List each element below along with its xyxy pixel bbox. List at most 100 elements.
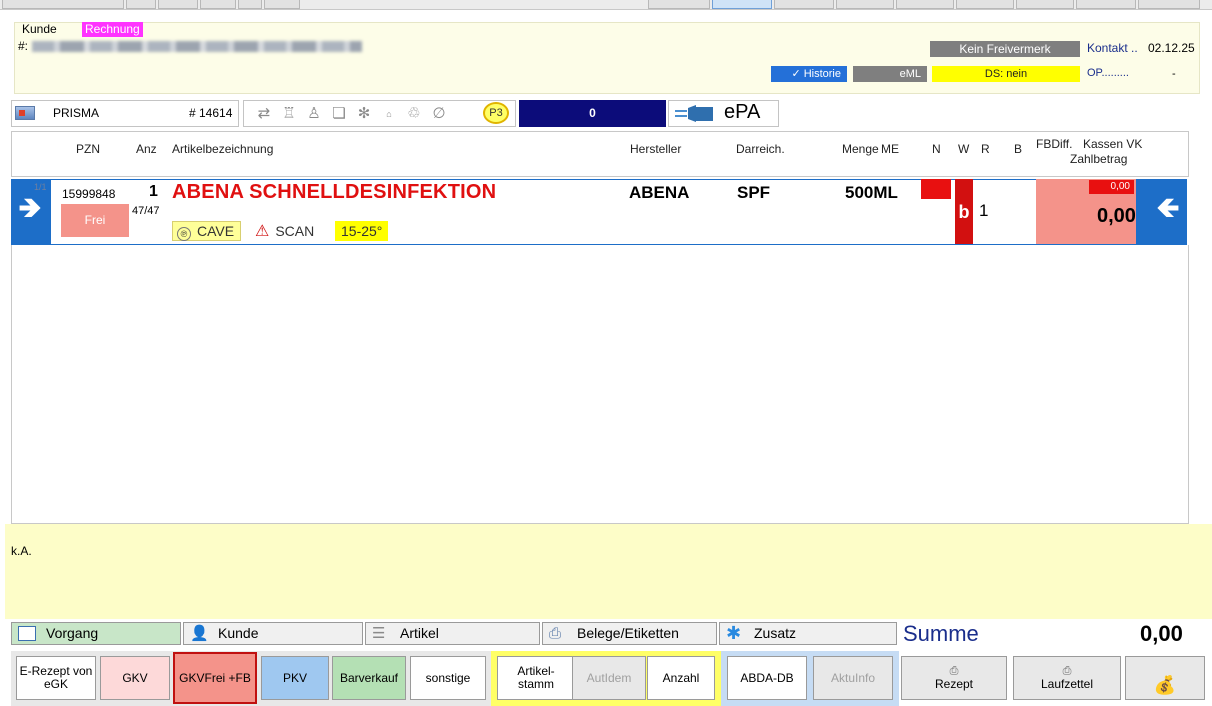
tab-belege-etiketten[interactable]: ⎙ Belege/Etiketten [542,622,717,645]
artikelstamm-button[interactable]: Artikel- stamm [497,656,575,700]
top-tab[interactable] [1016,0,1074,9]
col-pzn[interactable]: PZN [76,142,100,156]
top-tab[interactable] [158,0,198,9]
printer-icon: ⎙ [549,625,562,642]
article-quantity[interactable]: 1 [149,183,158,201]
arrow-left-icon[interactable]: 🡸 [1148,190,1188,226]
stamp-icon[interactable]: ♙ [304,105,324,123]
temperature-badge[interactable]: 15-25° [335,221,389,241]
refresh-icon[interactable]: ♲ [404,105,424,123]
cash-register-icon: 💰 [1153,674,1177,695]
col-r[interactable]: R [981,142,990,156]
gkv-button[interactable]: GKV [100,656,170,700]
p3-icon[interactable]: P3 [483,102,509,124]
col-anz[interactable]: Anz [136,142,157,156]
rezept-label: Rezept [934,677,974,691]
arrow-right-icon[interactable]: 🡺 [12,190,48,226]
scan-badge[interactable]: ⚠ SCAN [251,221,318,241]
col-hersteller[interactable]: Hersteller [630,142,681,156]
cave-label: CAVE [197,223,235,239]
sparkle-icon[interactable]: ✻ [354,105,374,123]
tab-zusatz[interactable]: ✱ Zusatz [719,622,897,645]
freivermerk-status[interactable]: Kein Freivermerk [930,41,1080,57]
cave-badge[interactable]: ℗ CAVE [172,221,242,241]
top-tab[interactable] [648,0,710,9]
col-n[interactable]: N [932,142,941,156]
top-tab[interactable] [126,0,156,9]
col-artikelbezeichnung[interactable]: Artikelbezeichnung [172,142,273,156]
weight-kg-icon[interactable]: ⌂ [379,105,399,123]
menge-value: 500 [845,183,874,202]
article-list-empty-area[interactable] [11,245,1189,524]
document-list-icon: ☰ [372,625,386,642]
info-panel [5,524,1212,619]
top-tab[interactable] [200,0,236,9]
kontakt-link[interactable]: Kontakt .. [1087,41,1138,55]
exchange-icon[interactable]: ⇄ [254,105,274,123]
col-kassen-vk[interactable]: Kassen VK [1083,137,1142,151]
n-flag-red [921,179,951,199]
top-tab[interactable] [956,0,1014,9]
snowflake-icon: ✱ [726,623,742,643]
top-tab[interactable] [774,0,834,9]
col-b[interactable]: B [1014,142,1022,156]
ds-status[interactable]: DS: nein [932,66,1080,82]
tab-kunde-label: Kunde [218,625,259,641]
top-tab[interactable] [896,0,954,9]
person-icon: 👤 [190,625,209,642]
cash-register-button[interactable]: 💰 [1125,656,1205,700]
document-icon[interactable]: ❏ [329,105,349,123]
tab-kunde[interactable]: 👤 Kunde [183,622,363,645]
info-text: k.A. [11,544,32,558]
bottle-icon[interactable]: ♖ [279,105,299,123]
article-tool-icons: ⇄ ♖ ♙ ❏ ✻ ⌂ ♲ ∅ [243,100,516,127]
top-tab[interactable] [238,0,262,9]
gkvfrei-fb-button[interactable]: GKVFrei +FB [173,652,257,704]
tab-artikel-label: Artikel [400,625,439,641]
historie-button[interactable]: ✓ Historie [771,66,847,82]
rezept-button[interactable]: ⎙ Rezept [901,656,1007,700]
col-me[interactable]: ME [881,142,899,156]
top-tab[interactable] [836,0,894,9]
window-icon [18,626,36,641]
autidem-button[interactable]: AutIdem [572,656,646,700]
scan-label: SCAN [275,223,315,239]
article-name[interactable]: ABENA SCHNELLDESINFEKTION [172,181,496,204]
top-tab[interactable] [264,0,300,9]
col-w[interactable]: W [958,142,969,156]
abda-db-button[interactable]: ABDA-DB [727,656,807,700]
anzahl-button[interactable]: Anzahl [647,656,715,700]
tab-zusatz-label: Zusatz [754,625,797,641]
laufzettel-button[interactable]: ⎙ Laufzettel [1013,656,1121,700]
erezept-button[interactable]: E-Rezept von eGK [16,656,96,700]
tab-artikel[interactable]: ☰ Artikel [365,622,540,645]
kontakt-date: 02.12.25 [1148,41,1195,55]
col-fbdiff[interactable]: FBDiff. [1036,137,1072,151]
barverkauf-button[interactable]: Barverkauf [332,656,406,700]
frei-status[interactable]: Frei [61,204,129,237]
sonstige-button[interactable]: sonstige [410,656,486,700]
customer-name-redacted [32,41,362,52]
article-pzn: 15999848 [62,187,116,201]
no-symbol-icon[interactable]: ∅ [429,105,449,123]
op-label[interactable]: OP......... [1087,67,1129,79]
top-tab[interactable] [1138,0,1200,9]
top-tab-strip [0,0,1212,10]
customer-panel[interactable] [14,22,1200,94]
top-tab[interactable] [1076,0,1136,9]
tab-vorgang[interactable]: Vorgang [11,622,181,645]
col-menge[interactable]: Menge [842,142,879,156]
eml-button[interactable]: eML [853,66,927,82]
article-darreichung: SPF [737,183,771,202]
rechnung-badge: Rechnung [82,22,143,37]
col-zahlbetrag[interactable]: Zahlbetrag [1070,152,1127,166]
fbdiff-value: 0,00 [1089,180,1134,194]
aktuinfo-button[interactable]: AktuInfo [813,656,893,700]
top-tab-active[interactable] [712,0,772,9]
zahlbetrag-value: 0,00 [1097,205,1136,227]
prisma-app-icon [15,106,35,120]
pkv-button[interactable]: PKV [261,656,329,700]
tab-vorgang-label: Vorgang [46,625,99,641]
top-tab[interactable] [2,0,124,9]
col-darreich[interactable]: Darreich. [736,142,785,156]
